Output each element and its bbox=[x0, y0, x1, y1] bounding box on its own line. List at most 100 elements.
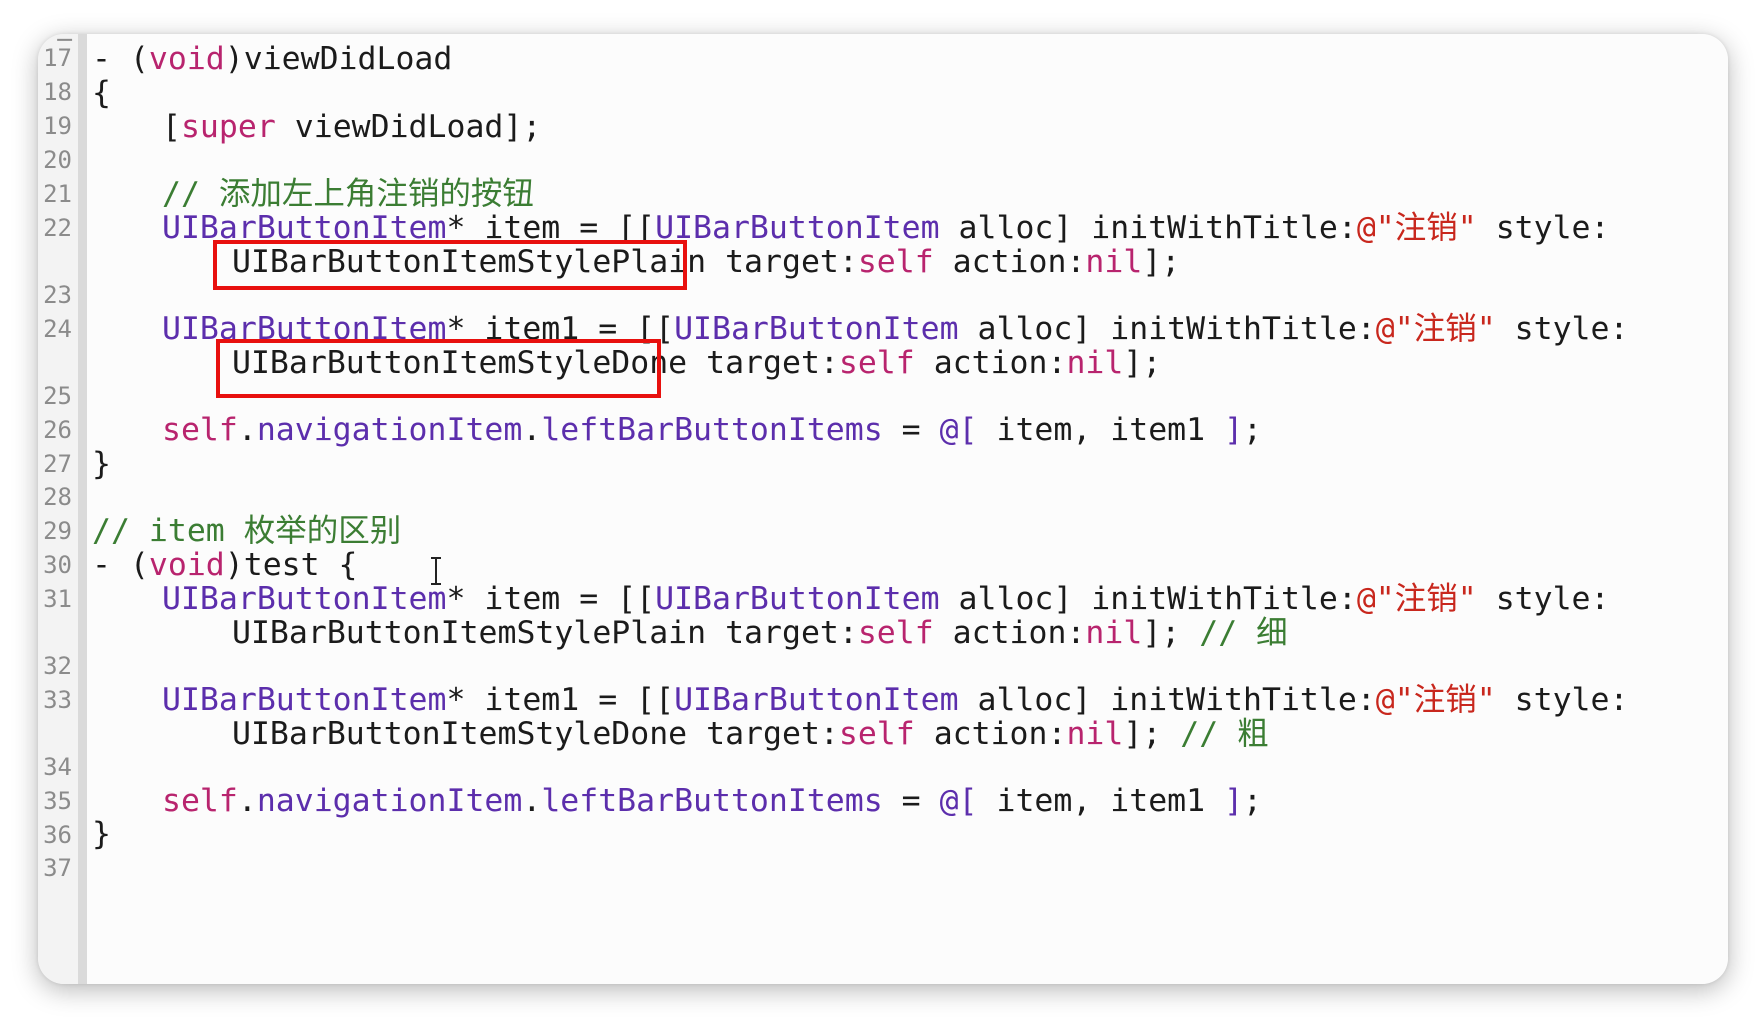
keyword-token: self bbox=[162, 412, 238, 448]
code-token: . bbox=[522, 783, 542, 819]
keyword-token: self bbox=[162, 783, 238, 819]
code-line-18: { bbox=[92, 76, 111, 110]
code-line-33-wrap: UIBarButtonItemStyleDone target:self act… bbox=[232, 717, 1269, 751]
comment-token: // 细 bbox=[1199, 615, 1288, 651]
line-number: 30 bbox=[43, 551, 72, 579]
keyword-token: self bbox=[838, 716, 915, 752]
code-token: ]; bbox=[1123, 716, 1181, 752]
string-token: @"注销" bbox=[1356, 210, 1477, 246]
property-token: leftBarButtonItems bbox=[541, 412, 883, 448]
line-number-gutter: ─ 17 18 19 20 21 22 23 24 25 26 27 28 29… bbox=[38, 34, 78, 984]
code-line-26: self.navigationItem.leftBarButtonItems =… bbox=[162, 413, 1262, 447]
type-token: UIBarButtonItem bbox=[674, 311, 959, 347]
code-token: alloc] initWithTitle: bbox=[939, 581, 1357, 617]
line-number: 19 bbox=[43, 112, 72, 140]
code-editor[interactable]: ─ 17 18 19 20 21 22 23 24 25 26 27 28 29… bbox=[38, 34, 1728, 984]
open-brace: { bbox=[92, 75, 111, 111]
method-name: )test { bbox=[224, 547, 358, 583]
code-token: * item = [[ bbox=[446, 581, 656, 617]
code-text-area[interactable]: - (void)viewDidLoad { [super viewDidLoad… bbox=[87, 34, 1728, 984]
code-token: ]; bbox=[1142, 244, 1181, 280]
type-token: UIBarButtonItem bbox=[655, 210, 940, 246]
keyword-token: nil bbox=[1085, 615, 1143, 651]
code-token: alloc] initWithTitle: bbox=[939, 210, 1357, 246]
comment-token: // 添加左上角注销的按钮 bbox=[162, 176, 534, 212]
code-token: action: bbox=[933, 615, 1086, 651]
string-token: @"注销" bbox=[1356, 581, 1477, 617]
highlight-box-style-done bbox=[216, 339, 661, 398]
code-token: item, item1 bbox=[977, 412, 1225, 448]
keyword-token: nil bbox=[1066, 345, 1124, 381]
code-token: target: bbox=[687, 345, 839, 381]
close-brace: } bbox=[92, 816, 111, 852]
code-token: style: bbox=[1495, 682, 1629, 718]
line-number: 36 bbox=[43, 821, 72, 849]
code-token: [ bbox=[162, 109, 181, 145]
code-line-31: UIBarButtonItem* item = [[UIBarButtonIte… bbox=[162, 582, 1610, 616]
literal-token: ] bbox=[1224, 412, 1244, 448]
line-number: 25 bbox=[43, 382, 72, 410]
property-token: navigationItem bbox=[256, 412, 523, 448]
line-number: 28 bbox=[43, 483, 72, 511]
code-line-36: } bbox=[92, 817, 111, 851]
keyword-token: self bbox=[857, 615, 934, 651]
line-number: 37 bbox=[43, 854, 72, 882]
code-token: . bbox=[522, 412, 542, 448]
line-number: 33 bbox=[43, 686, 72, 714]
method-name: )viewDidLoad bbox=[224, 41, 453, 77]
code-line-21: // 添加左上角注销的按钮 bbox=[162, 177, 534, 211]
code-token: . bbox=[237, 783, 257, 819]
code-token: ]; bbox=[1142, 615, 1200, 651]
type-token: UIBarButtonItem bbox=[162, 581, 447, 617]
code-token: = bbox=[882, 412, 940, 448]
code-token: viewDidLoad]; bbox=[275, 109, 542, 145]
comment-token: // item 枚举的区别 bbox=[92, 513, 402, 549]
code-line-33: UIBarButtonItem* item1 = [[UIBarButtonIt… bbox=[162, 683, 1628, 717]
line-number: 26 bbox=[43, 416, 72, 444]
code-token: ; bbox=[1243, 412, 1263, 448]
code-line-29: // item 枚举的区别 bbox=[92, 514, 401, 548]
line-number: 32 bbox=[43, 652, 72, 680]
code-line-27: } bbox=[92, 447, 111, 481]
keyword-token: self bbox=[838, 345, 915, 381]
code-token: alloc] initWithTitle: bbox=[958, 682, 1376, 718]
type-token: UIBarButtonItem bbox=[162, 682, 447, 718]
text-ibeam-icon bbox=[431, 557, 441, 585]
line-number: 34 bbox=[43, 753, 72, 781]
code-token: - ( bbox=[92, 547, 149, 583]
line-number: 23 bbox=[43, 281, 72, 309]
line-number: 21 bbox=[43, 180, 72, 208]
code-token: ]; bbox=[1123, 345, 1162, 381]
code-token: = bbox=[882, 783, 940, 819]
code-token: ; bbox=[1243, 783, 1263, 819]
code-token: style: bbox=[1476, 210, 1610, 246]
close-brace: } bbox=[92, 446, 111, 482]
code-token: target: bbox=[706, 244, 858, 280]
line-number: 24 bbox=[43, 315, 72, 343]
code-folding-ribbon[interactable] bbox=[78, 34, 87, 984]
line-number: 18 bbox=[43, 78, 72, 106]
literal-token: ] bbox=[1224, 783, 1244, 819]
code-line-35: self.navigationItem.leftBarButtonItems =… bbox=[162, 784, 1262, 818]
enum-token: UIBarButtonItemStyleDone bbox=[232, 716, 688, 752]
enum-token: UIBarButtonItemStylePlain bbox=[232, 615, 707, 651]
line-number: 22 bbox=[43, 214, 72, 242]
line-number: 17 bbox=[43, 44, 72, 72]
highlight-box-style-plain bbox=[213, 240, 687, 290]
code-line-19: [super viewDidLoad]; bbox=[162, 110, 541, 144]
code-line-17: - (void)viewDidLoad bbox=[92, 42, 452, 76]
type-token: UIBarButtonItem bbox=[655, 581, 940, 617]
line-number: 35 bbox=[43, 787, 72, 815]
string-token: @"注销" bbox=[1375, 682, 1496, 718]
code-token: . bbox=[237, 412, 257, 448]
property-token: navigationItem bbox=[256, 783, 523, 819]
keyword-token: void bbox=[148, 41, 225, 77]
keyword-token: nil bbox=[1085, 244, 1143, 280]
code-line-31-wrap: UIBarButtonItemStylePlain target:self ac… bbox=[232, 616, 1288, 650]
literal-token: @[ bbox=[939, 783, 978, 819]
code-token: - ( bbox=[92, 41, 149, 77]
line-number: 31 bbox=[43, 585, 72, 613]
keyword-token: super bbox=[180, 109, 276, 145]
code-token: style: bbox=[1495, 311, 1629, 347]
keyword-token: void bbox=[148, 547, 225, 583]
